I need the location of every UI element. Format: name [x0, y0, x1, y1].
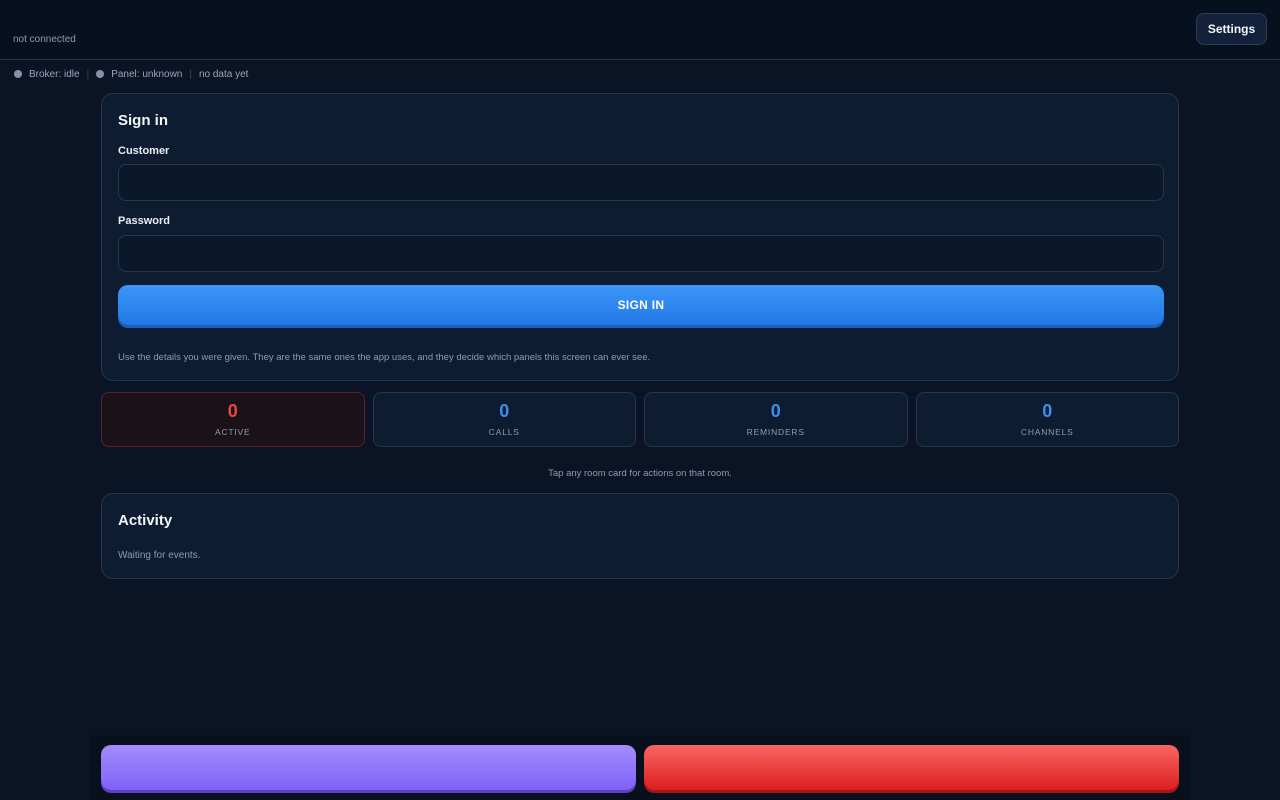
password-input[interactable]	[118, 235, 1164, 272]
customer-label: Customer	[118, 145, 170, 157]
sign-in-button[interactable]: SIGN IN	[118, 285, 1164, 325]
top-bar: not connected Settings	[0, 0, 1280, 60]
settings-button[interactable]: Settings	[1196, 13, 1267, 45]
stat-value: 0	[227, 401, 238, 421]
panel-status: Panel: unknown	[111, 68, 183, 80]
sign-in-title: Sign in	[118, 112, 168, 129]
sign-in-hint: Use the details you were given. They are…	[118, 352, 651, 363]
status-bar: Broker: idle | Panel: unknown | no data …	[14, 67, 248, 81]
status-separator: |	[86, 68, 90, 80]
stat-value: 0	[1042, 401, 1053, 421]
status-separator: |	[189, 68, 192, 80]
stat-channels: 0 CHANNELS	[915, 392, 1179, 447]
room-hint: Tap any room card for actions on that ro…	[548, 468, 732, 479]
broker-status-dot-icon	[14, 70, 22, 78]
activity-card: Activity Waiting for events.	[101, 493, 1179, 579]
broker-status: Broker: idle	[29, 68, 80, 80]
stat-value: 0	[770, 401, 781, 421]
stat-label: CHANNELS	[1020, 427, 1074, 437]
stats-row: 0 ACTIVE 0 CALLS 0 REMINDERS 0 CHANNELS	[101, 392, 1179, 447]
bottom-action-bar	[90, 735, 1190, 800]
connection-status: not connected	[13, 34, 76, 45]
danger-action-button[interactable]	[644, 745, 1179, 790]
stat-value: 0	[499, 401, 510, 421]
stat-calls: 0 CALLS	[372, 392, 636, 447]
activity-title: Activity	[118, 512, 173, 529]
activity-status: Waiting for events.	[118, 550, 201, 561]
stat-label: ACTIVE	[214, 427, 251, 437]
password-label: Password	[118, 215, 170, 227]
sign-in-card: Sign in Customer Password SIGN IN Use th…	[101, 93, 1179, 381]
stat-label: CALLS	[488, 427, 520, 437]
stat-label: REMINDERS	[746, 427, 805, 437]
stat-reminders: 0 REMINDERS	[644, 392, 908, 447]
customer-input[interactable]	[118, 164, 1164, 201]
stat-active: 0 ACTIVE	[101, 392, 365, 447]
primary-action-button[interactable]	[101, 745, 636, 790]
data-status: no data yet	[198, 68, 249, 80]
panel-status-dot-icon	[96, 70, 105, 78]
